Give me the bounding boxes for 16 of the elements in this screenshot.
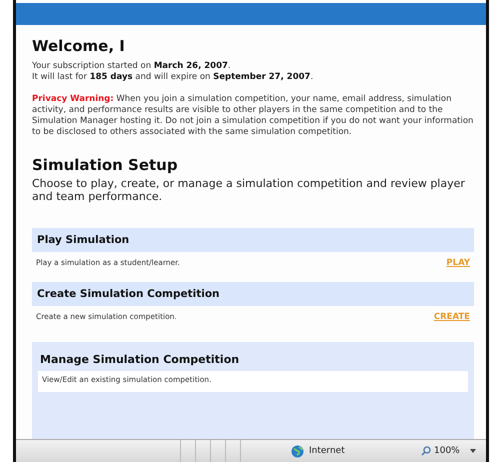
globe-icon xyxy=(291,444,304,458)
zone-text: Internet xyxy=(309,446,345,456)
setup-heading: Simulation Setup xyxy=(32,156,179,174)
section-header: Manage Simulation Competition xyxy=(39,352,240,368)
welcome-heading: Welcome, I xyxy=(32,37,126,55)
subscription-text: Your subscription started on March 26, 2007. xyxy=(32,61,232,72)
subscription-text: It will last for 185 days and will expire on September 27, 2007. xyxy=(32,72,314,83)
section-header: Play Simulation xyxy=(32,228,474,252)
zoom-control[interactable]: 100% xyxy=(421,446,460,456)
action-link[interactable]: CREATE xyxy=(434,312,470,322)
privacy-warning: Privacy Warning: When you join a simulation competition, your name, email address, simulation activity, and performance results are visible to other players in the same competition and to the Simulation Manager hosting it. Do not join a simulation competition if you do not want your information to be disclosed to others associated with the same simulation competition. xyxy=(32,94,474,138)
action-link[interactable]: PLAY xyxy=(446,258,470,268)
setup-description: Choose to play, create, or manage a simulation competition and review player and team performance. xyxy=(32,177,466,203)
section-header: Create Simulation Competition xyxy=(32,282,474,306)
caret-icon[interactable] xyxy=(470,449,476,453)
zoom-icon xyxy=(421,446,431,456)
